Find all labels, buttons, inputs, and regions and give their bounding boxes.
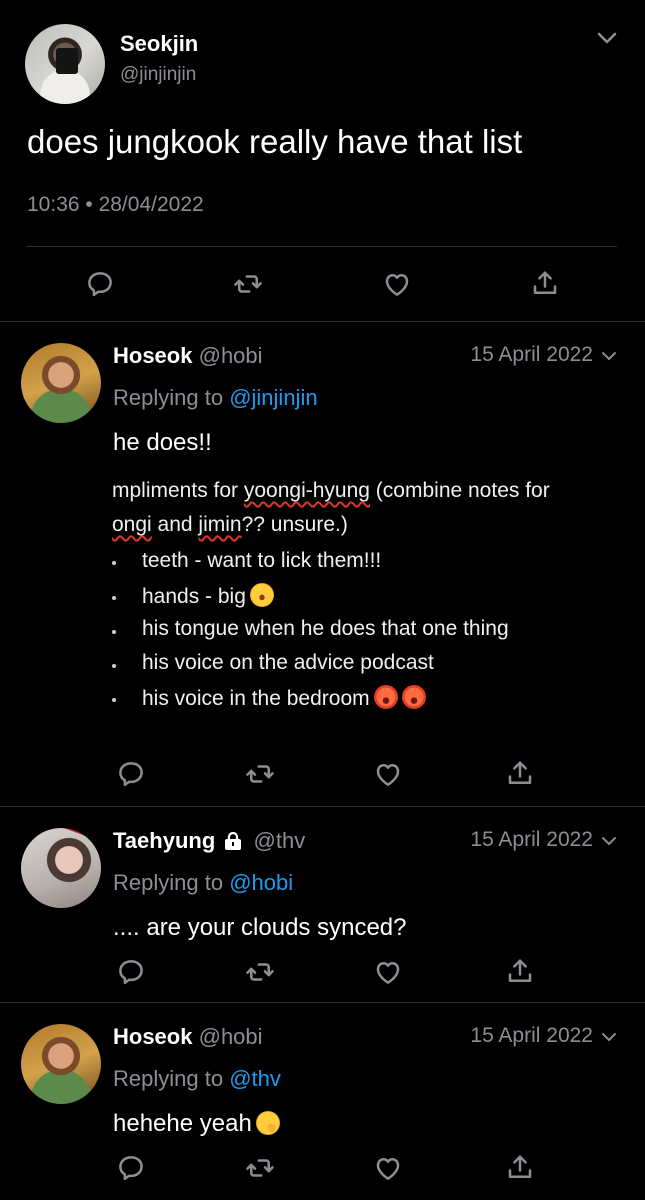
- retweet-button[interactable]: [243, 955, 277, 989]
- mention-link[interactable]: @thv: [229, 1066, 281, 1091]
- mention-link[interactable]: @jinjinjin: [229, 385, 317, 410]
- retweet-icon: [245, 1153, 275, 1183]
- reply-icon: [116, 1153, 146, 1183]
- replying-to: Replying to @jinjinjin: [113, 385, 318, 411]
- drooling-face-icon: [249, 583, 274, 607]
- author-name[interactable]: Seokjin: [120, 31, 198, 57]
- tweet-timestamp[interactable]: 10:36 • 28/04/2022: [27, 193, 204, 217]
- retweet-icon: [245, 957, 275, 987]
- avatar[interactable]: [21, 1024, 101, 1104]
- share-icon: [505, 957, 535, 987]
- like-button[interactable]: [371, 757, 405, 791]
- reply-button[interactable]: [114, 955, 148, 989]
- share-button[interactable]: [503, 955, 537, 989]
- reply-icon: [85, 269, 115, 299]
- like-icon: [373, 759, 403, 789]
- replying-to: Replying to @thv: [113, 1066, 281, 1092]
- author-name[interactable]: Hoseok: [113, 343, 192, 368]
- author-handle[interactable]: @jinjinjin: [120, 64, 196, 86]
- retweet-icon: [245, 759, 275, 789]
- author-handle[interactable]: @thv: [254, 828, 306, 853]
- reply-button[interactable]: [83, 267, 117, 301]
- reply-text: he does!!: [113, 429, 212, 456]
- divider: [0, 806, 645, 807]
- bullet-point: [112, 630, 116, 634]
- tweet-actions: [0, 1151, 645, 1185]
- chevron-down-icon[interactable]: [598, 347, 620, 365]
- like-button[interactable]: [371, 955, 405, 989]
- notes-item: teeth - want to lick them!!!: [142, 549, 382, 572]
- like-icon: [382, 269, 412, 299]
- reply-date: 15 April 2022: [470, 828, 593, 851]
- replying-to: Replying to @hobi: [113, 870, 293, 896]
- hot-face-icon: [401, 685, 426, 709]
- share-icon: [505, 1153, 535, 1183]
- notes-item: his tongue when he does that one thing: [142, 617, 509, 640]
- like-icon: [373, 1153, 403, 1183]
- share-icon: [505, 759, 535, 789]
- author-handle[interactable]: @hobi: [199, 343, 263, 368]
- chevron-down-icon[interactable]: [592, 26, 622, 50]
- replying-prefix: Replying to: [113, 385, 224, 410]
- bullet-point: [112, 596, 116, 600]
- divider: [0, 1002, 645, 1003]
- like-button[interactable]: [380, 267, 414, 301]
- notes-item: his voice on the advice podcast: [142, 651, 434, 674]
- share-button[interactable]: [503, 1151, 537, 1185]
- notes-item: hands - big: [142, 583, 274, 609]
- chevron-down-icon[interactable]: [598, 1028, 620, 1046]
- tweet-text: does jungkook really have that list: [27, 123, 523, 160]
- tweet-actions: [0, 955, 645, 989]
- reply-tweet[interactable]: Taehyung @thv 15 April 2022 Replying to …: [0, 828, 645, 968]
- reply-text: .... are your clouds synced?: [113, 914, 407, 941]
- replying-prefix: Replying to: [113, 870, 224, 895]
- mention-link[interactable]: @hobi: [229, 870, 293, 895]
- replying-prefix: Replying to: [113, 1066, 224, 1091]
- bullet-point: [112, 664, 116, 668]
- reply-button[interactable]: [114, 1151, 148, 1185]
- reply-header: Taehyung @thv: [113, 828, 305, 854]
- author-name[interactable]: Hoseok: [113, 1024, 192, 1049]
- reply-tweet[interactable]: Hoseok @hobi 15 April 2022 Replying to @…: [0, 1024, 645, 1154]
- share-button[interactable]: [528, 267, 562, 301]
- reply-icon: [116, 759, 146, 789]
- attached-image[interactable]: mpliments for yoongi-hyung (combine note…: [112, 479, 622, 719]
- tweet-actions: [0, 267, 645, 307]
- avatar[interactable]: [25, 24, 105, 104]
- tweet-actions: [0, 757, 645, 791]
- retweet-button[interactable]: [243, 757, 277, 791]
- main-tweet: Seokjin @jinjinjin does jungkook really …: [0, 0, 645, 322]
- like-icon: [373, 957, 403, 987]
- chevron-down-icon[interactable]: [598, 832, 620, 850]
- hot-face-icon: [373, 685, 398, 709]
- bullet-point: [112, 561, 116, 565]
- retweet-icon: [233, 269, 263, 299]
- notes-item: his voice in the bedroom: [142, 685, 426, 711]
- avatar[interactable]: [21, 343, 101, 423]
- giggle-face-icon: [255, 1111, 280, 1135]
- author-name[interactable]: Taehyung: [113, 828, 215, 853]
- share-icon: [530, 269, 560, 299]
- notes-line: mpliments for yoongi-hyung (combine note…: [112, 479, 550, 502]
- reply-button[interactable]: [114, 757, 148, 791]
- like-button[interactable]: [371, 1151, 405, 1185]
- avatar[interactable]: [21, 828, 101, 908]
- lock-icon: [225, 832, 242, 850]
- reply-date: 15 April 2022: [470, 343, 593, 366]
- reply-header: Hoseok @hobi: [113, 343, 263, 369]
- reply-date: 15 April 2022: [470, 1024, 593, 1047]
- reply-icon: [116, 957, 146, 987]
- share-button[interactable]: [503, 757, 537, 791]
- bullet-point: [112, 698, 116, 702]
- retweet-button[interactable]: [231, 267, 265, 301]
- author-handle[interactable]: @hobi: [199, 1024, 263, 1049]
- divider: [0, 321, 645, 322]
- notes-line: ongi and jimin?? unsure.): [112, 513, 348, 536]
- retweet-button[interactable]: [243, 1151, 277, 1185]
- reply-header: Hoseok @hobi: [113, 1024, 263, 1050]
- reply-text: hehehe yeah: [113, 1110, 280, 1138]
- divider: [27, 246, 617, 247]
